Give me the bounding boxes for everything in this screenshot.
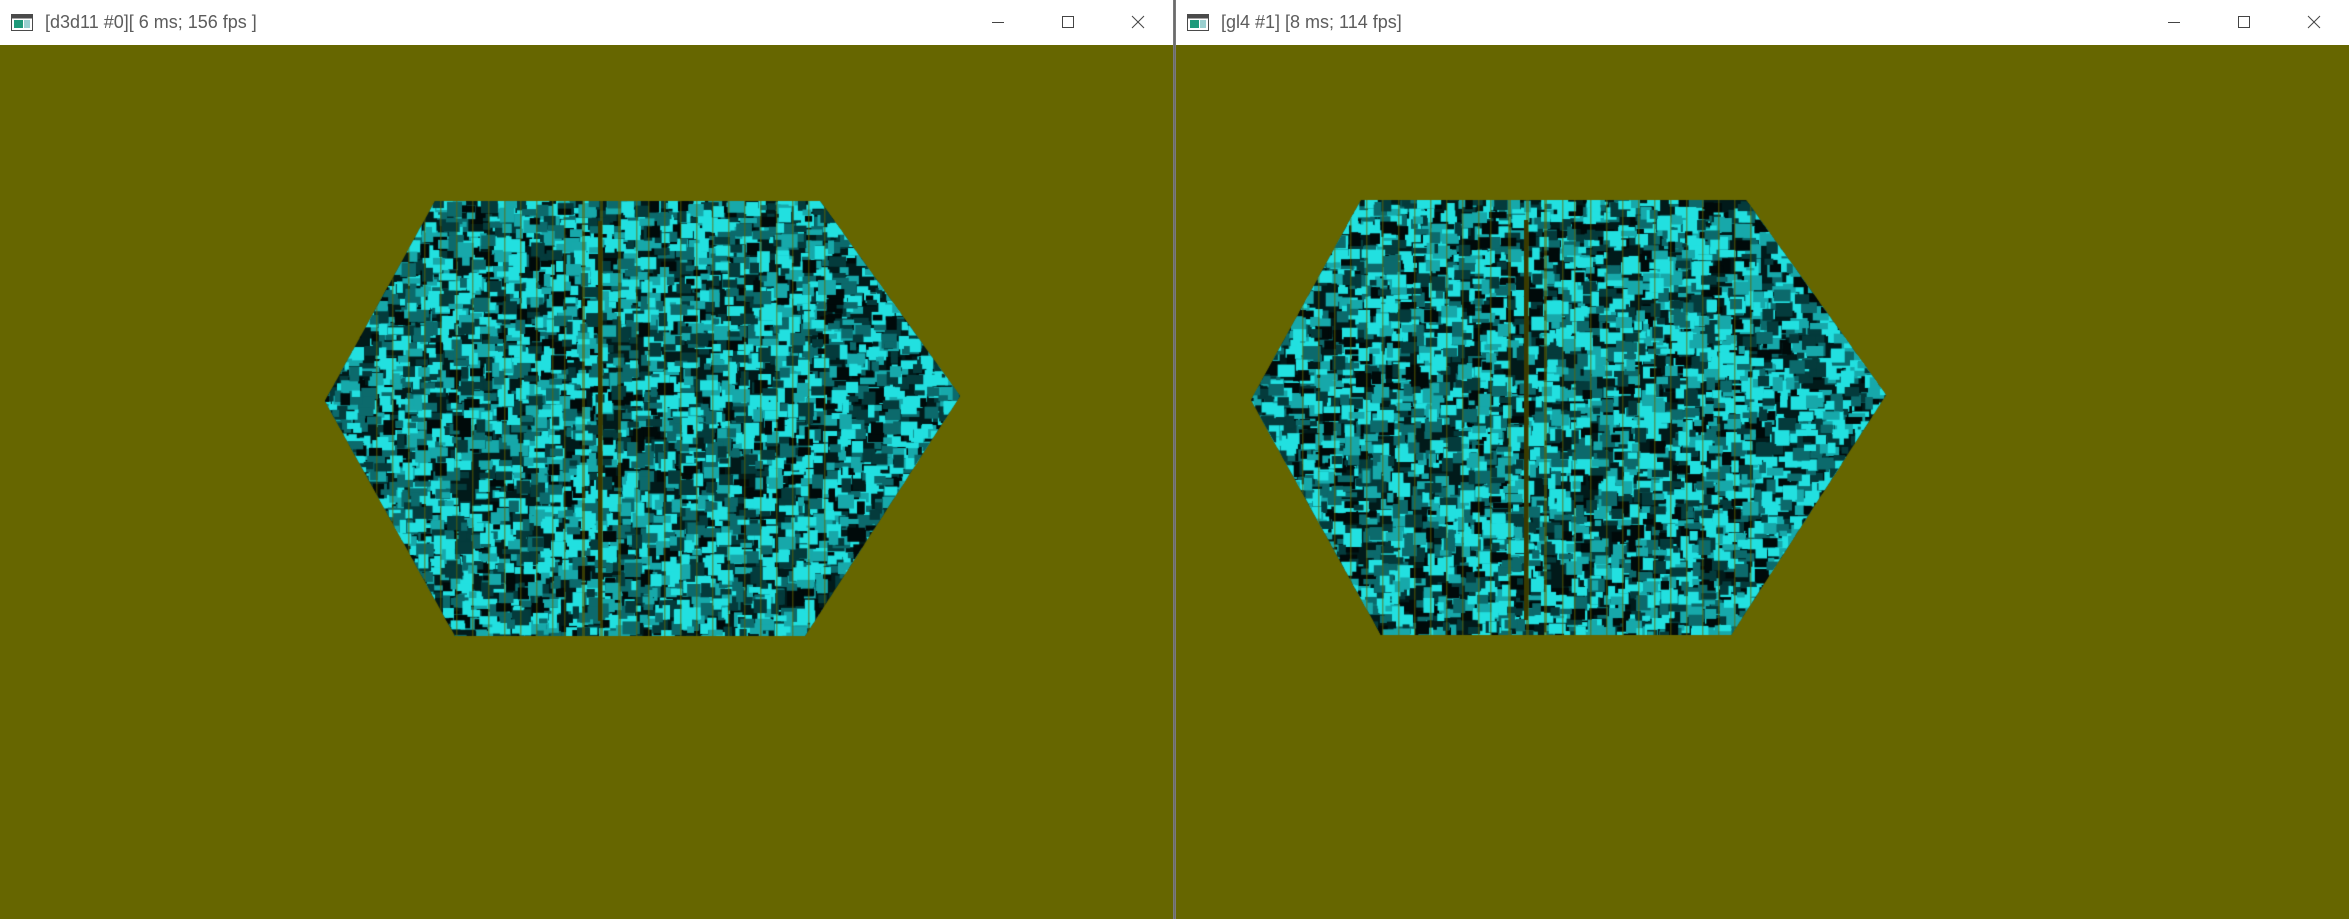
- cube-grid-render: [0, 45, 1173, 919]
- app-window-icon: [1187, 13, 1209, 31]
- title-bar[interactable]: [gl4 #1] [8 ms; 114 fps]: [1176, 0, 2349, 44]
- maximize-icon: [2238, 16, 2250, 28]
- minimize-icon: [992, 22, 1004, 23]
- close-button[interactable]: [2279, 0, 2349, 44]
- render-viewport[interactable]: [0, 45, 1173, 919]
- window-title: [d3d11 #0][ 6 ms; 156 fps ]: [45, 11, 257, 32]
- render-viewport[interactable]: [1176, 45, 2349, 919]
- close-icon: [2307, 15, 2321, 29]
- minimize-button[interactable]: [2139, 0, 2209, 44]
- cube-grid-render: [1176, 45, 2349, 919]
- maximize-button[interactable]: [1033, 0, 1103, 44]
- maximize-button[interactable]: [2209, 0, 2279, 44]
- close-button[interactable]: [1103, 0, 1173, 44]
- minimize-button[interactable]: [963, 0, 1033, 44]
- app-window-icon: [11, 13, 33, 31]
- minimize-icon: [2168, 22, 2180, 23]
- gl4-window[interactable]: [gl4 #1] [8 ms; 114 fps]: [1175, 0, 2349, 919]
- maximize-icon: [1062, 16, 1074, 28]
- window-title: [gl4 #1] [8 ms; 114 fps]: [1221, 11, 1402, 32]
- title-bar[interactable]: [d3d11 #0][ 6 ms; 156 fps ]: [0, 0, 1173, 44]
- close-icon: [1131, 15, 1145, 29]
- d3d11-window[interactable]: [d3d11 #0][ 6 ms; 156 fps ]: [0, 0, 1174, 919]
